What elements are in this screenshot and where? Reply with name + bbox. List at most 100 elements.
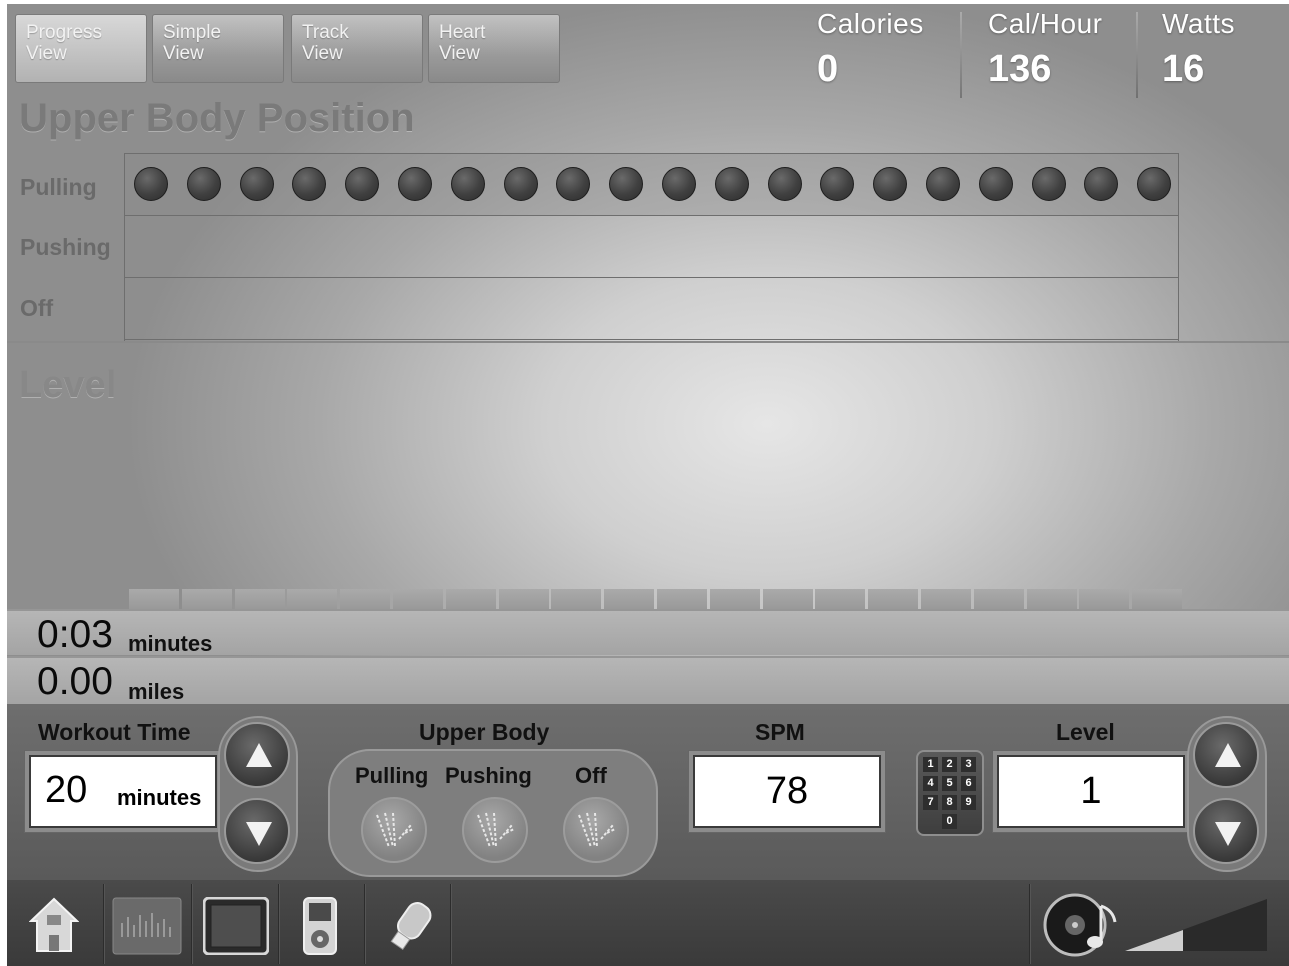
workout-time-up-button[interactable] <box>224 722 290 788</box>
workout-time-down-button[interactable] <box>224 798 290 864</box>
level-title: Level <box>19 364 117 406</box>
level-bar <box>921 589 971 609</box>
level-up-button[interactable] <box>1193 722 1259 788</box>
workout-time-unit: minutes <box>117 785 202 810</box>
position-dot <box>662 167 696 201</box>
tab-simple-view[interactable]: Simple View <box>152 14 284 83</box>
calories-value: 0 <box>817 48 839 90</box>
row-label-pushing: Pushing <box>20 234 111 260</box>
console-screen: Progress View Simple View Track View Hea… <box>7 4 1289 966</box>
stat-divider <box>1136 12 1138 98</box>
level-bar <box>340 589 391 609</box>
level-bar <box>1079 589 1130 609</box>
spm-label: SPM <box>755 719 805 745</box>
equalizer-icon[interactable] <box>112 897 182 960</box>
position-dot <box>134 167 168 201</box>
tab-label: Progress View <box>26 22 103 64</box>
spm-value: 78 <box>765 770 809 812</box>
arm-motion-icon <box>578 812 616 848</box>
position-dot <box>556 167 591 201</box>
option-label-pushing: Pushing <box>445 763 532 788</box>
position-dot <box>503 167 538 201</box>
speaker-music-icon[interactable] <box>1043 892 1123 963</box>
cal-hour-label: Cal/Hour <box>988 8 1103 39</box>
level-bar <box>498 589 549 609</box>
level-bar <box>815 589 866 609</box>
level-display[interactable]: 1 <box>997 755 1185 828</box>
position-dot <box>345 167 380 201</box>
level-bar <box>287 589 338 609</box>
position-dot <box>1031 167 1066 201</box>
keypad-key: 5 <box>942 776 957 791</box>
workout-time-label: Workout Time <box>38 719 191 745</box>
off-button[interactable] <box>563 797 629 863</box>
level-value: 1 <box>1080 770 1102 812</box>
grid-row-pushing <box>125 216 1178 278</box>
position-dot <box>978 167 1013 201</box>
watts-label: Watts <box>1162 8 1236 39</box>
keypad-key: 6 <box>961 776 976 791</box>
level-bar <box>868 589 919 609</box>
level-bar <box>1132 589 1183 609</box>
distance-unit: miles <box>128 679 185 704</box>
level-bar <box>234 589 285 609</box>
level-bar <box>445 589 496 609</box>
time-row: 0:03 minutes <box>7 609 1289 656</box>
tab-label: Simple View <box>163 22 222 64</box>
level-bar <box>657 589 707 609</box>
elapsed-time-value: 0:03 <box>37 613 113 656</box>
row-label-off: Off <box>20 295 54 321</box>
upper-body-selector: Pulling Pushing Off <box>328 749 658 877</box>
section-divider <box>7 341 1289 343</box>
watts-value: 16 <box>1162 48 1205 90</box>
workout-time-display[interactable]: 20 minutes <box>29 755 217 828</box>
taskbar-separator <box>1029 884 1031 964</box>
tab-track-view[interactable]: Track View <box>291 14 423 83</box>
keypad-key: 3 <box>961 757 976 772</box>
level-bar <box>604 589 655 609</box>
keypad-key: 9 <box>961 795 976 810</box>
home-icon[interactable] <box>28 897 80 958</box>
stat-watts: Watts 16 <box>1162 8 1235 91</box>
level-bar <box>181 589 232 609</box>
media-player-icon[interactable] <box>303 897 337 960</box>
tab-progress-view[interactable]: Progress View <box>15 14 147 83</box>
tab-heart-view[interactable]: Heart View <box>428 14 560 83</box>
tab-label: Heart View <box>439 22 486 64</box>
usb-drive-icon[interactable] <box>385 897 441 960</box>
tv-screen-icon[interactable] <box>202 896 270 960</box>
cal-hour-value: 136 <box>988 48 1052 90</box>
position-dot <box>820 167 855 201</box>
position-dot <box>292 167 327 201</box>
level-down-button[interactable] <box>1193 798 1259 864</box>
position-dot <box>398 167 432 201</box>
pushing-button[interactable] <box>462 797 528 863</box>
position-dot <box>714 167 749 201</box>
option-label-pulling: Pulling <box>355 763 429 788</box>
keypad-key: 4 <box>923 776 938 791</box>
taskbar-separator <box>103 884 105 964</box>
elapsed-time-unit: minutes <box>128 631 213 656</box>
level-bar <box>129 589 179 609</box>
workout-time-value: 20 <box>45 769 88 811</box>
stat-cal-hour: Cal/Hour 136 <box>988 8 1102 91</box>
position-dot <box>186 167 221 201</box>
distance-value: 0.00 <box>37 660 113 703</box>
arrow-up-icon <box>246 743 272 767</box>
level-bar <box>551 589 602 609</box>
upper-body-title: Upper Body Position <box>19 96 415 140</box>
spm-display[interactable]: 78 <box>693 755 881 828</box>
position-dot <box>873 167 908 201</box>
level-bar <box>973 589 1024 609</box>
volume-level-icon[interactable] <box>1125 897 1267 958</box>
pulling-button[interactable] <box>361 797 427 863</box>
level-label: Level <box>1056 719 1115 745</box>
level-bar <box>709 589 760 609</box>
keypad-button[interactable]: 123 456 7890 <box>916 750 984 836</box>
upper-body-control-label: Upper Body <box>419 719 550 745</box>
keypad-key: 7 <box>923 795 938 810</box>
arrow-down-icon <box>1215 822 1241 846</box>
position-dot <box>1084 167 1119 201</box>
taskbar-separator <box>450 884 452 964</box>
position-dot <box>239 167 274 201</box>
